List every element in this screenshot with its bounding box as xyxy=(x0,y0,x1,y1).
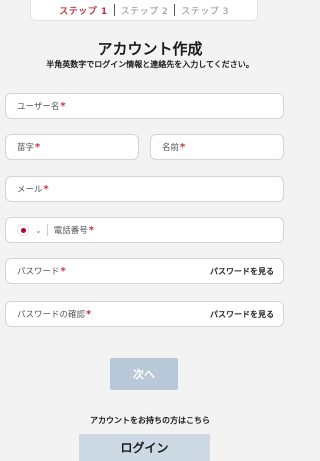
login-prompt: アカウントをお持ちの方はこちら xyxy=(90,416,210,425)
password-placeholder: パスワード xyxy=(17,267,60,277)
username-placeholder: ユーザー名 xyxy=(17,102,60,112)
stepper: ステップ 1 ステップ 2 ステップ 3 xyxy=(30,0,258,21)
required-mark: * xyxy=(35,141,41,153)
required-mark: * xyxy=(43,183,49,195)
next-button[interactable]: 次へ xyxy=(110,358,178,390)
email-placeholder: メール xyxy=(17,185,43,195)
password-field[interactable]: パスワード * パスワードを見る xyxy=(5,258,284,284)
password-confirm-placeholder: パスワードの確認 xyxy=(17,310,86,320)
page-subtitle: 半角英数字でログイン情報と連絡先を入力してください。 xyxy=(46,60,254,69)
first-name-placeholder: 名前 xyxy=(162,143,180,153)
step-1: ステップ 1 xyxy=(59,6,108,17)
email-field[interactable]: メール * xyxy=(5,176,284,202)
phone-field[interactable]: ⌄ 電話番号 * xyxy=(5,217,284,243)
first-name-field[interactable]: 名前 * xyxy=(150,134,284,160)
jp-flag-icon[interactable] xyxy=(17,224,29,236)
required-mark: * xyxy=(60,100,66,112)
login-button[interactable]: ログイン xyxy=(79,434,210,461)
page-title: アカウント作成 xyxy=(97,40,203,58)
last-name-field[interactable]: 苗字 * xyxy=(5,134,139,160)
required-mark: * xyxy=(86,308,92,320)
step-3: ステップ 3 xyxy=(181,6,229,17)
username-field[interactable]: ユーザー名 * xyxy=(5,93,284,119)
step-2: ステップ 2 xyxy=(120,6,169,17)
phone-placeholder: 電話番号 xyxy=(53,226,88,236)
last-name-placeholder: 苗字 xyxy=(17,143,35,153)
required-mark: * xyxy=(88,224,94,236)
required-mark: * xyxy=(180,141,186,153)
password-confirm-field[interactable]: パスワードの確認 * パスワードを見る xyxy=(5,301,284,327)
required-mark: * xyxy=(60,265,66,277)
chevron-down-icon[interactable]: ⌄ xyxy=(35,226,42,235)
show-password-button[interactable]: パスワードを見る xyxy=(210,266,274,277)
show-password-confirm-button[interactable]: パスワードを見る xyxy=(210,309,274,320)
